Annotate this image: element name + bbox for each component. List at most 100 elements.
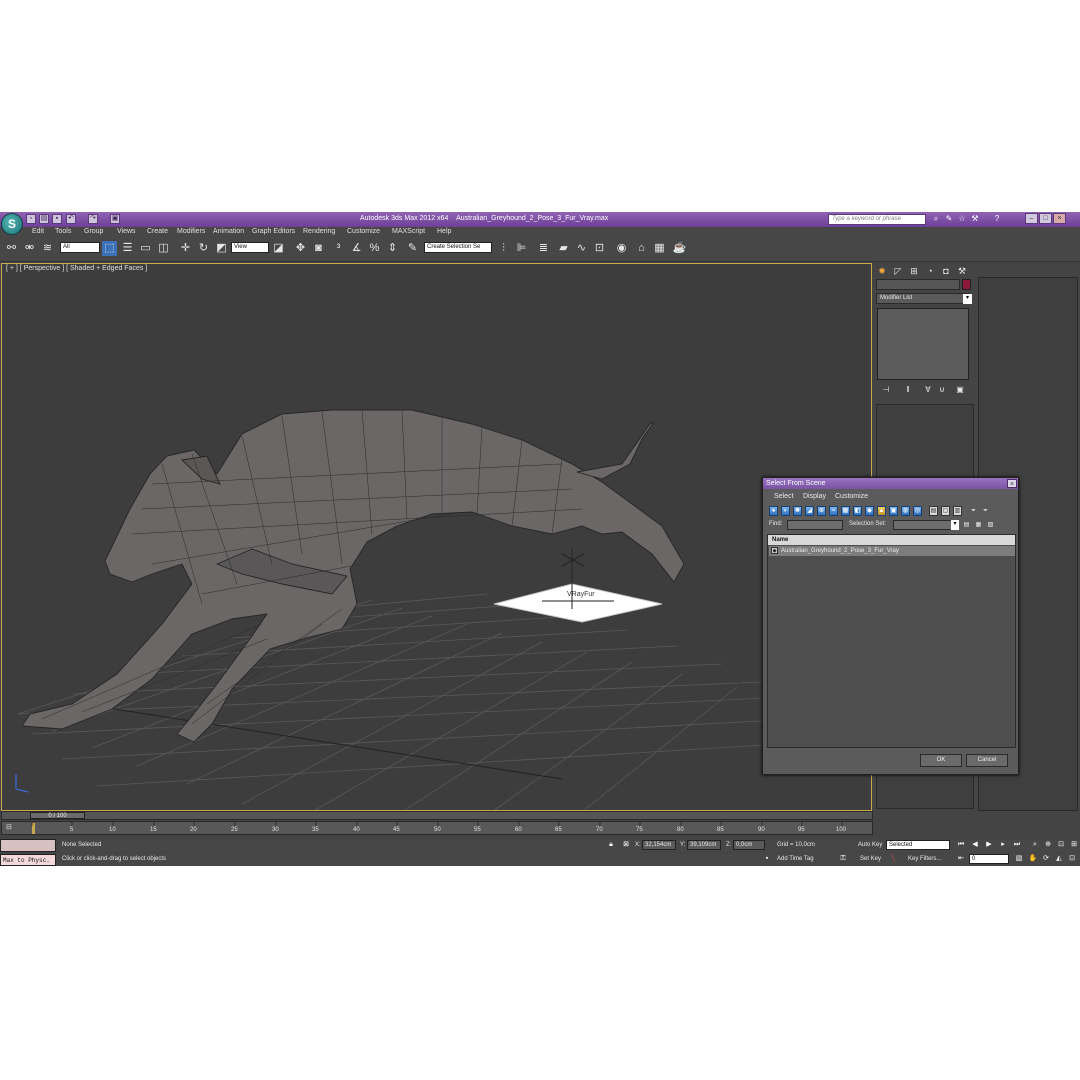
bind-spacewarp-icon[interactable]: ≋ (40, 241, 55, 256)
pin-stack-icon[interactable]: ⊣ (880, 384, 892, 395)
filter-options-icon[interactable]: ⏷ (981, 506, 990, 516)
close-button[interactable]: × (1053, 213, 1066, 224)
select-by-name-icon[interactable]: ☰ (120, 241, 135, 256)
display-cameras-icon[interactable]: ◢ (805, 506, 814, 516)
display-helpers-icon[interactable]: ⊕ (817, 506, 826, 516)
time-tag-icon[interactable]: ▪ (762, 854, 772, 864)
chevron-down-icon[interactable]: ▾ (963, 294, 972, 304)
redo-icon[interactable]: ↷ (88, 214, 98, 224)
dialog-menu-customize[interactable]: Customize (835, 493, 868, 500)
zoom-extents-icon[interactable]: ⊡ (1056, 840, 1066, 850)
open-file-icon[interactable]: ▤ (39, 214, 49, 224)
render-production-icon[interactable]: ☕ (672, 241, 687, 256)
reference-coord-dropdown[interactable]: View (231, 242, 269, 253)
object-name-field[interactable] (876, 279, 960, 290)
display-bones-icon[interactable]: ◆ (865, 506, 874, 516)
window-crossing-icon[interactable]: ◫ (156, 241, 171, 256)
save-file-icon[interactable]: ▪ (52, 214, 62, 224)
close-icon[interactable]: × (1007, 479, 1017, 488)
menu-maxscript[interactable]: MAXScript (392, 228, 425, 235)
zoom-icon[interactable]: ⌕ (1030, 840, 1040, 850)
menu-edit[interactable]: Edit (32, 228, 44, 235)
lock-selection-icon[interactable]: 🔒︎ (606, 840, 616, 850)
zoom-all-icon[interactable]: ⊕ (1043, 840, 1053, 850)
menu-modifiers[interactable]: Modifiers (177, 228, 205, 235)
find-input[interactable] (787, 520, 843, 530)
project-folder-icon[interactable]: ▣ (110, 214, 120, 224)
edit-named-selection-icon[interactable]: ✎ (405, 241, 420, 256)
key-mode-dropdown[interactable]: Selected (886, 840, 950, 850)
menu-customize[interactable]: Customize (347, 228, 380, 235)
next-frame-icon[interactable]: ▸ (998, 840, 1008, 850)
menu-animation[interactable]: Animation (213, 228, 244, 235)
y-coordinate-field[interactable]: 39,109cm (687, 840, 721, 850)
dialog-menu-display[interactable]: Display (803, 493, 826, 500)
menu-views[interactable]: Views (117, 228, 136, 235)
previous-frame-icon[interactable]: ◀ (970, 840, 980, 850)
key-filters-button[interactable]: Key Filters... (908, 856, 941, 862)
display-hidden-icon[interactable]: ◍ (901, 506, 910, 516)
maxscript-mini-listener[interactable]: Max to Physc. (0, 854, 56, 866)
mirror-icon[interactable]: ⫶ (496, 241, 511, 256)
display-frozen-icon[interactable]: ▣ (889, 506, 898, 516)
object-color-swatch[interactable] (962, 279, 971, 290)
configure-modifier-sets-icon[interactable]: ▣ (954, 384, 966, 395)
snaps-toggle-icon[interactable]: ³ (331, 241, 346, 256)
maximize-viewport-icon[interactable]: ⊡ (1067, 854, 1077, 864)
add-to-selection-set-icon[interactable]: ▦ (974, 520, 983, 530)
play-icon[interactable]: ▶ (984, 840, 994, 850)
unlink-icon[interactable]: ⚮ (22, 241, 37, 256)
display-shapes-icon[interactable]: ◐ (781, 506, 790, 516)
select-move-icon[interactable]: ✛ (178, 241, 193, 256)
selection-filter-dropdown[interactable]: All (60, 242, 100, 253)
menu-group[interactable]: Group (84, 228, 103, 235)
material-editor-icon[interactable]: ◉ (614, 241, 629, 256)
perspective-viewport[interactable]: [ + ] [ Perspective ] [ Shaded + Edged F… (1, 263, 872, 811)
menu-rendering[interactable]: Rendering (303, 228, 335, 235)
time-configuration-icon[interactable]: ▧ (1014, 854, 1024, 864)
align-icon[interactable]: ⊫ (514, 241, 529, 256)
communication-icon[interactable]: ✎ (944, 214, 954, 224)
set-key-icon[interactable]: ⚿ (838, 854, 848, 864)
z-coordinate-field[interactable]: 0,0cm (733, 840, 765, 850)
help-icon[interactable]: ? (992, 214, 1002, 224)
key-mode-toggle-icon[interactable]: ⇤ (956, 854, 966, 864)
orbit-icon[interactable]: ⟳ (1041, 854, 1051, 864)
display-lights-icon[interactable]: ✺ (793, 506, 802, 516)
selection-set-dropdown[interactable] (893, 520, 959, 530)
maxscript-listener-top[interactable] (0, 839, 56, 852)
menu-graph-editors[interactable]: Graph Editors (252, 228, 295, 235)
binoculars-icon[interactable]: ⌕ (931, 214, 941, 224)
modify-tab-icon[interactable]: ◸ (892, 265, 904, 277)
utilities-tab-icon[interactable]: ⚒ (956, 265, 968, 277)
remove-modifier-icon[interactable]: ⊍ (936, 384, 948, 395)
minimize-button[interactable]: – (1025, 213, 1038, 224)
filter-icon[interactable]: ⏷ (969, 506, 978, 516)
show-end-result-icon[interactable]: ‖ (902, 384, 914, 395)
select-rotate-icon[interactable]: ↻ (196, 241, 211, 256)
select-object-icon[interactable]: ⬚ (102, 241, 117, 256)
menu-create[interactable]: Create (147, 228, 168, 235)
pan-view-icon[interactable]: ✋ (1028, 854, 1038, 864)
create-selection-set-icon[interactable]: ▤ (962, 520, 971, 530)
cancel-button[interactable]: Cancel (966, 754, 1008, 767)
undo-icon[interactable]: ↶ (66, 214, 76, 224)
hierarchy-tab-icon[interactable]: ⊞ (908, 265, 920, 277)
tools-icon[interactable]: ⚒ (970, 214, 980, 224)
pivot-center-icon[interactable]: ◪ (271, 241, 286, 256)
layer-manager-icon[interactable]: ≣ (536, 241, 551, 256)
menu-help[interactable]: Help (437, 228, 451, 235)
schematic-view-icon[interactable]: ⊡ (592, 241, 607, 256)
column-header-name[interactable]: Name (768, 535, 1015, 545)
set-key-button[interactable]: Set Key (860, 856, 881, 862)
absolute-mode-icon[interactable]: ⊠ (621, 840, 631, 850)
make-unique-icon[interactable]: ∀ (922, 384, 934, 395)
select-all-icon[interactable]: ▤ (929, 506, 938, 516)
zoom-extents-all-icon[interactable]: ⊞ (1069, 840, 1079, 850)
named-selection-dropdown[interactable]: Create Selection Se (424, 242, 492, 253)
modifier-stack[interactable] (877, 308, 969, 380)
chevron-down-icon[interactable]: ▾ (951, 520, 959, 530)
time-slider-handle[interactable]: 0 / 100 (30, 812, 85, 819)
display-xrefs-icon[interactable]: ◧ (853, 506, 862, 516)
display-containers-icon[interactable]: ▲ (877, 506, 886, 516)
